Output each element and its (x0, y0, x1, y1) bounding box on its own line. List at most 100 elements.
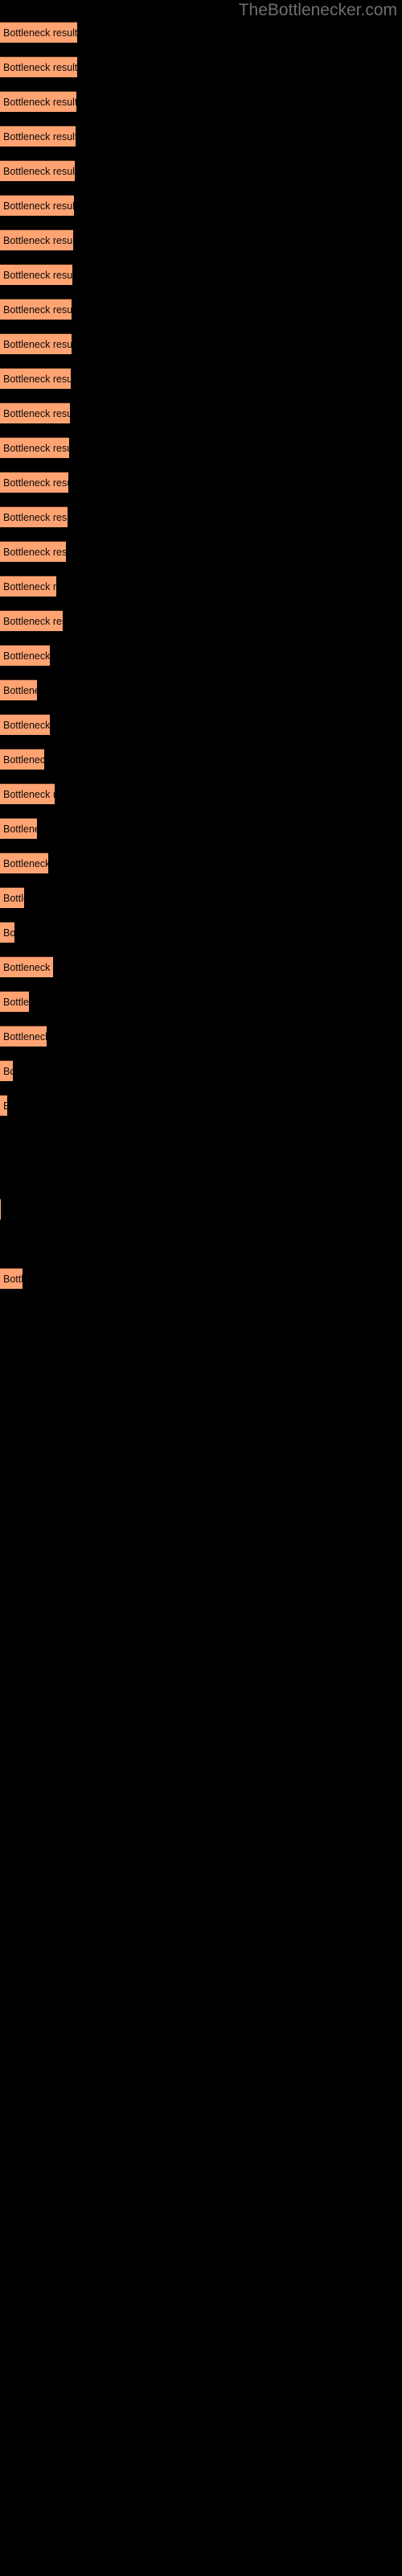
bar[interactable]: Bottleneck result (0, 852, 48, 873)
bar-label-clip: Bottleneck result (0, 126, 76, 147)
bar-label-clip: Bottleneck result (0, 576, 56, 597)
bar-label-clip: Bottleneck result (0, 196, 74, 217)
bar-label-clip: Bottleneck result (0, 265, 72, 286)
bar-label-clip: Bottleneck result (0, 888, 24, 909)
bar-label-clip: Bottleneck result (0, 819, 37, 840)
bar-label-clip: Bottleneck result (0, 369, 71, 390)
bar[interactable]: Bottleneck result (0, 818, 37, 839)
bar[interactable]: Bottleneck result (0, 783, 55, 804)
bar-label: Bottleneck result (3, 650, 50, 662)
bar-label: Bottleneck result (3, 408, 70, 419)
bar[interactable]: Bottleneck result (0, 264, 72, 285)
bar[interactable]: Bottleneck result (0, 1026, 47, 1046)
bar[interactable]: Bottleneck result (0, 956, 53, 977)
bar-label: Bottleneck result (3, 304, 72, 316)
bar-label-clip: Bottleneck result (0, 23, 77, 43)
bar[interactable]: Bottleneck result (0, 22, 77, 43)
bar[interactable]: Bottleneck result (0, 610, 63, 631)
bar-label: Bottleneck result (3, 374, 71, 385)
bar-label: Bottleneck result (3, 997, 29, 1008)
bar[interactable]: Bottleneck result (0, 887, 24, 908)
bar-label: Bottleneck result (3, 547, 66, 558)
bar-label-clip: Bottleneck result (0, 92, 76, 113)
bar[interactable]: Bottleneck result (0, 991, 29, 1012)
bar-label: Bottleneck result (3, 477, 68, 489)
bar-label: Bottleneck result (3, 893, 24, 904)
bar[interactable]: Bottleneck result (0, 541, 66, 562)
bar-label: Bottleneck result (3, 200, 74, 212)
bar-label: Bottleneck result (3, 270, 72, 281)
bar-label-clip: Bottleneck result (0, 230, 73, 251)
bar[interactable]: Bottleneck result (0, 506, 68, 527)
bar-label: Bottleneck result (3, 166, 75, 177)
bar-label: Bottleneck result (3, 131, 76, 142)
bar-label: Bottleneck result (3, 443, 69, 454)
bar-label-clip: Bottleneck result (0, 611, 63, 632)
bar-label-clip: Bottleneck result (0, 334, 72, 355)
bar-label: Bottleneck result (3, 1031, 47, 1042)
bar[interactable]: Bottleneck result (0, 1268, 23, 1289)
bar-label: Bottleneck result (3, 235, 73, 246)
bar[interactable]: Bottleneck result (0, 126, 76, 147)
bar[interactable]: Bottleneck result (0, 576, 56, 597)
bar[interactable]: Bottleneck result (0, 1060, 13, 1081)
bar-label: Bottleneck result (3, 512, 68, 523)
bar-label: Bottleneck result (3, 685, 37, 696)
bar-label-clip: Bottleneck result (0, 1199, 1, 1220)
bar-label: Bottleneck result (3, 616, 63, 627)
bar[interactable]: Bottleneck result (0, 645, 50, 666)
bar-label-clip: Bottleneck result (0, 473, 68, 493)
bar-label: Bottleneck result (3, 858, 48, 869)
bottleneck-bar-chart: TheBottlenecker.com Bottleneck result Bot… (0, 0, 402, 2576)
bar-label-clip: Bottleneck result (0, 715, 50, 736)
bar-label: Bottleneck result (3, 339, 72, 350)
bar[interactable]: Bottleneck result (0, 333, 72, 354)
bar[interactable]: Bottleneck result (0, 679, 37, 700)
bar-label-clip: Bottleneck result (0, 1096, 7, 1117)
bar[interactable]: Bottleneck result (0, 56, 77, 77)
bar-label-clip: Bottleneck result (0, 1269, 23, 1290)
bar-label: Bottleneck result (3, 789, 55, 800)
bar-label-clip: Bottleneck result (0, 749, 44, 770)
bar-label-clip: Bottleneck result (0, 923, 14, 943)
bar[interactable]: Bottleneck result (0, 402, 70, 423)
bar-label: Bottleneck result (3, 754, 44, 766)
bar-label: Bottleneck result (3, 962, 53, 973)
bar-label: Bottleneck result (3, 97, 76, 108)
bar-label-clip: Bottleneck result (0, 57, 77, 78)
bar[interactable]: Bottleneck result (0, 229, 73, 250)
bar[interactable]: Bottleneck result (0, 714, 50, 735)
bar[interactable]: Bottleneck result (0, 922, 14, 943)
bar-label: Bottleneck result (3, 927, 14, 939)
bar-label-clip: Bottleneck result (0, 992, 29, 1013)
bar-label: Bottleneck result (3, 824, 37, 835)
bar-label-clip: Bottleneck result (0, 1061, 13, 1082)
bar-label-clip: Bottleneck result (0, 161, 75, 182)
bar-label-clip: Bottleneck result (0, 646, 50, 667)
bar[interactable]: Bottleneck result (0, 160, 75, 181)
bar-label-clip: Bottleneck result (0, 957, 53, 978)
bar-label: Bottleneck result (3, 1100, 7, 1112)
bar-label: Bottleneck result (3, 1066, 13, 1077)
bar-label: Bottleneck result (3, 1274, 23, 1285)
bar[interactable]: Bottleneck result (0, 91, 76, 112)
bar[interactable]: Bottleneck result (0, 195, 74, 216)
bar-label-clip: Bottleneck result (0, 542, 66, 563)
bar-label: Bottleneck result (3, 581, 56, 592)
bar-label: Bottleneck result (3, 27, 77, 39)
bar[interactable]: Bottleneck result (0, 437, 69, 458)
bar-label-clip: Bottleneck result (0, 784, 55, 805)
bar-label-clip: Bottleneck result (0, 853, 48, 874)
bar-label-clip: Bottleneck result (0, 299, 72, 320)
bar-label-clip: Bottleneck result (0, 403, 70, 424)
bar[interactable]: Bottleneck result (0, 472, 68, 493)
bar[interactable]: Bottleneck result (0, 749, 44, 770)
bar[interactable]: Bottleneck result (0, 368, 71, 389)
bar-label-clip: Bottleneck result (0, 438, 69, 459)
bar-label: Bottleneck result (3, 62, 77, 73)
bar-label: Bottleneck result (3, 720, 50, 731)
bar-label-clip: Bottleneck result (0, 680, 37, 701)
bar[interactable]: Bottleneck result (0, 1199, 1, 1220)
bar[interactable]: Bottleneck result (0, 1095, 7, 1116)
bar[interactable]: Bottleneck result (0, 299, 72, 320)
